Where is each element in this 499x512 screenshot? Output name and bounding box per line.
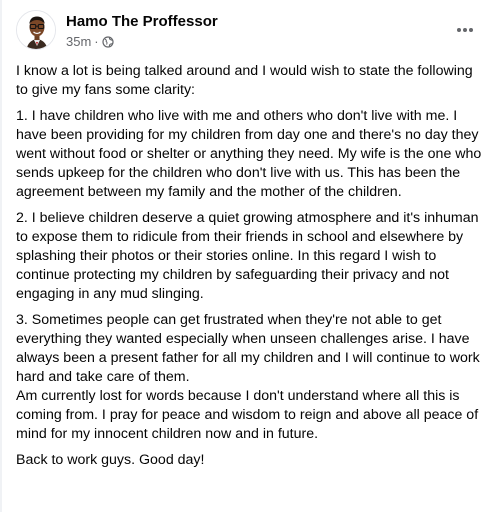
post-border bbox=[0, 0, 2, 512]
post-paragraph: 1. I have children who live with me and … bbox=[16, 108, 482, 200]
post-paragraph: I know a lot is being talked around and … bbox=[16, 63, 473, 98]
facebook-post: Hamo The Proffessor 35m · I know a lot i… bbox=[0, 0, 499, 512]
post-meta: 35m · bbox=[66, 34, 114, 49]
meta-separator: · bbox=[94, 34, 99, 49]
post-paragraph: Back to work guys. Good day! bbox=[16, 452, 205, 468]
post-header: Hamo The Proffessor 35m · bbox=[16, 8, 483, 58]
post-timestamp[interactable]: 35m bbox=[66, 34, 91, 49]
more-options-button[interactable] bbox=[447, 12, 483, 48]
globe-icon[interactable] bbox=[102, 35, 114, 48]
post-paragraph: 3. Sometimes people can get frustrated w… bbox=[16, 312, 480, 442]
more-options-icon bbox=[457, 28, 473, 32]
post-body: I know a lot is being talked around and … bbox=[16, 62, 486, 477]
avatar[interactable] bbox=[16, 10, 56, 50]
post-paragraph: 2. I believe children deserve a quiet gr… bbox=[16, 210, 479, 302]
avatar-image bbox=[17, 11, 55, 49]
author-name[interactable]: Hamo The Proffessor bbox=[66, 13, 218, 30]
